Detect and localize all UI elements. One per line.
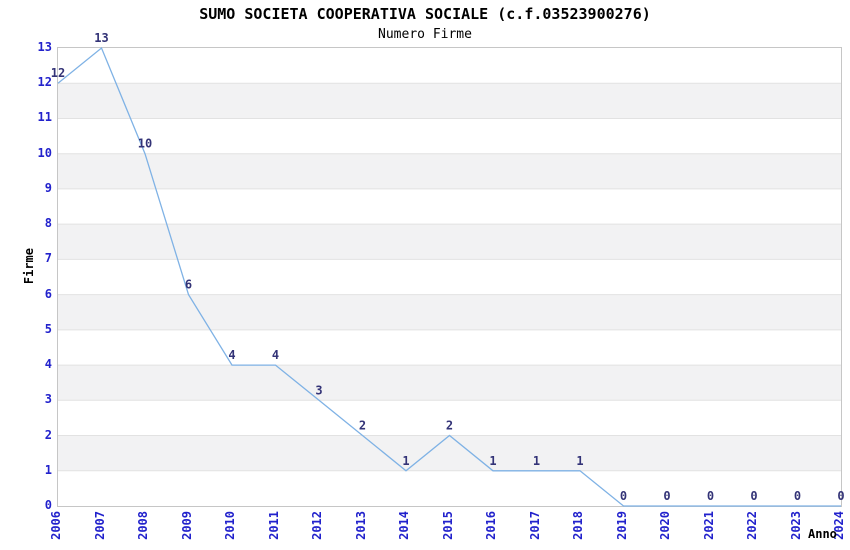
y-tick-label: 5 xyxy=(44,321,52,336)
background-band xyxy=(58,48,841,84)
point-value-label: 0 xyxy=(794,489,801,503)
point-value-label: 6 xyxy=(185,278,192,292)
point-value-label: 1 xyxy=(576,454,583,468)
x-tick-label: 2009 xyxy=(179,511,194,540)
y-tick-label: 0 xyxy=(44,498,52,512)
x-tick-label: 2022 xyxy=(745,511,759,540)
x-tick-label: 2007 xyxy=(92,511,107,540)
x-tick-label: 2010 xyxy=(223,511,237,540)
point-value-label: 1 xyxy=(489,454,496,468)
plot-area: 12 13 10 6 4 4 3 2 1 2 1 1 1 0 0 0 0 0 0 xyxy=(51,31,845,507)
point-value-label: 1 xyxy=(533,454,540,468)
x-tick-label: 2015 xyxy=(440,511,455,540)
background-band xyxy=(58,153,841,189)
x-tick-label: 2018 xyxy=(571,511,585,540)
x-tick-label: 2014 xyxy=(397,511,411,540)
x-tick-label: 2019 xyxy=(614,511,629,540)
x-tick-label: 2016 xyxy=(484,511,498,540)
y-tick-label: 1 xyxy=(44,462,52,477)
y-tick-label: 6 xyxy=(44,286,52,301)
background-band xyxy=(58,188,841,225)
chart-figure: SUMO SOCIETA COOPERATIVA SOCIALE (c.f.03… xyxy=(0,0,850,550)
point-value-label: 0 xyxy=(620,489,627,503)
x-tick-label: 2020 xyxy=(658,511,672,540)
x-tick-label: 2011 xyxy=(266,511,281,540)
background-band xyxy=(58,118,841,154)
point-value-label: 10 xyxy=(138,137,152,151)
background-band xyxy=(58,259,841,295)
background-band xyxy=(58,365,841,401)
y-tick-label: 7 xyxy=(44,251,52,266)
point-value-label: 2 xyxy=(446,419,453,433)
x-tick-label: 2023 xyxy=(788,511,803,540)
point-value-label: 0 xyxy=(750,489,757,503)
y-tick-label: 10 xyxy=(37,145,52,160)
background-band xyxy=(58,435,841,471)
y-tick-label: 8 xyxy=(44,216,52,231)
y-tick-label: 11 xyxy=(37,110,52,125)
line-chart-svg: 12131064 432121 1 10 0 0 0 0 0 xyxy=(51,31,845,507)
y-tick-label: 9 xyxy=(44,180,52,195)
x-tick-label: 2012 xyxy=(310,511,324,540)
y-tick-label: 12 xyxy=(37,75,52,90)
point-value-label: 0 xyxy=(837,489,844,503)
x-tick-label: 2017 xyxy=(527,511,542,540)
point-value-label: 12 xyxy=(51,66,65,80)
background-band xyxy=(58,294,841,330)
x-tick-label: 2008 xyxy=(136,511,150,540)
background-band xyxy=(58,83,841,119)
point-value-label: 4 xyxy=(272,348,279,362)
x-tick-label: 2013 xyxy=(353,511,368,540)
y-tick-label: 13 xyxy=(37,40,52,54)
chart-subtitle: Numero Firme xyxy=(378,27,472,42)
point-value-label: 0 xyxy=(707,489,714,503)
x-tick-label: 2006 xyxy=(49,511,63,540)
point-value-label: 4 xyxy=(228,348,235,362)
point-value-label: 1 xyxy=(402,454,409,468)
background-band xyxy=(58,329,841,366)
x-tick-label: 2021 xyxy=(701,511,716,540)
x-axis-title: Anno xyxy=(808,527,837,541)
point-value-label: 0 xyxy=(663,489,670,503)
background-band xyxy=(58,470,841,506)
y-tick-label: 4 xyxy=(44,357,52,372)
y-tick-label: 2 xyxy=(44,427,52,442)
y-tick-label: 3 xyxy=(44,392,52,407)
point-value-label: 2 xyxy=(359,419,366,433)
chart-title: SUMO SOCIETA COOPERATIVA SOCIALE (c.f.03… xyxy=(199,5,651,23)
point-value-label: 3 xyxy=(315,383,322,397)
point-value-label: 13 xyxy=(94,31,108,45)
